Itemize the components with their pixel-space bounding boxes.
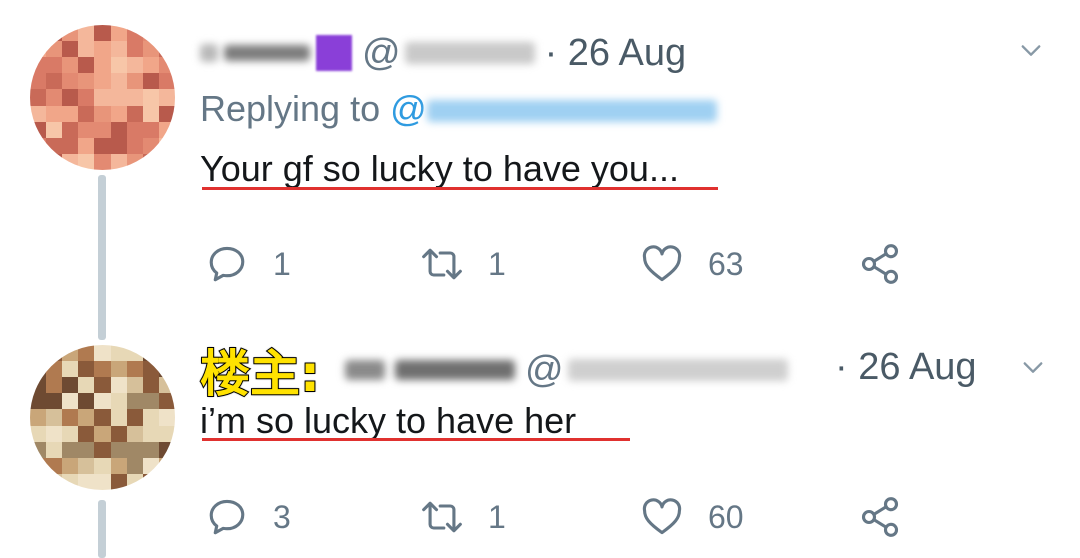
share-icon	[861, 497, 899, 537]
handle-prefix: @	[362, 31, 401, 74]
handle[interactable]: @	[525, 349, 788, 392]
replying-to: Replying to @	[200, 88, 717, 130]
replying-to-label: Replying to	[200, 88, 381, 129]
avatar[interactable]	[30, 345, 175, 490]
like-button[interactable]: 60	[640, 495, 744, 539]
retweet-count: 1	[488, 245, 506, 282]
reply-button[interactable]: 1	[205, 242, 291, 286]
text-underline	[202, 438, 630, 441]
tweet-header: @ · 26 Aug	[200, 28, 686, 78]
retweet-button[interactable]: 1	[420, 242, 506, 286]
like-icon	[642, 498, 682, 535]
share-button[interactable]	[858, 495, 902, 539]
display-name-blurred[interactable]	[345, 360, 515, 380]
thread-line	[98, 500, 106, 558]
text-underline	[202, 187, 718, 190]
tweet-text: Your gf so lucky to have you...	[200, 148, 679, 189]
retweet-icon	[422, 248, 462, 280]
tweet-text: i’m so lucky to have her	[200, 400, 577, 441]
mention-prefix: @	[390, 88, 427, 129]
retweet-button[interactable]: 1	[420, 495, 506, 539]
display-name-blurred[interactable]	[200, 35, 352, 71]
chevron-down-icon[interactable]	[1022, 357, 1044, 379]
op-label: 楼主:	[199, 344, 321, 404]
like-count: 63	[708, 245, 744, 282]
tweet-date[interactable]: · 26 Aug	[835, 346, 977, 389]
like-count: 60	[708, 498, 744, 535]
like-icon	[642, 245, 682, 282]
handle[interactable]: @	[362, 32, 535, 75]
like-button[interactable]: 63	[640, 242, 744, 286]
retweet-count: 1	[488, 498, 506, 535]
avatar[interactable]	[30, 25, 175, 170]
tweet-date[interactable]: · 26 Aug	[545, 32, 687, 75]
reply-count: 1	[273, 245, 291, 282]
reply-button[interactable]: 3	[205, 495, 291, 539]
reply-icon	[209, 499, 245, 535]
reply-mention[interactable]: @	[390, 88, 717, 129]
tweet-header: @	[345, 345, 788, 395]
reply-count: 3	[273, 498, 291, 535]
thread-line	[98, 175, 106, 340]
chevron-down-icon[interactable]	[1020, 40, 1042, 62]
reply-icon	[209, 246, 245, 282]
handle-prefix: @	[525, 348, 564, 391]
retweet-icon	[422, 501, 462, 533]
share-icon	[861, 244, 899, 284]
share-button[interactable]	[858, 242, 902, 286]
